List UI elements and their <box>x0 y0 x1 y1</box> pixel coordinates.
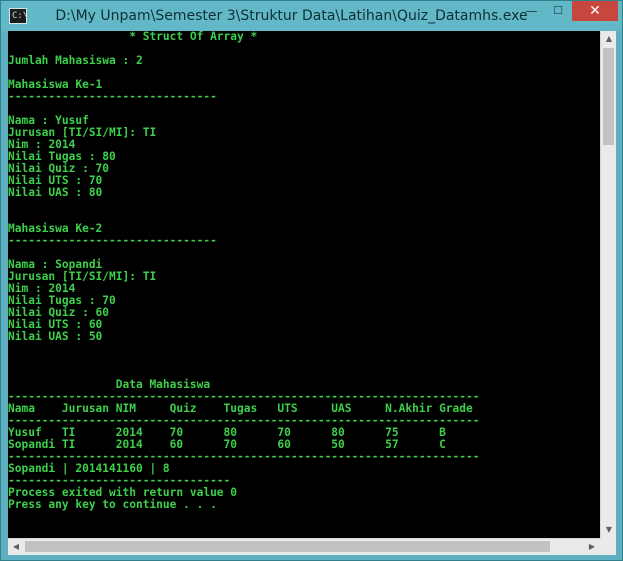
console-line: Jumlah Mahasiswa : 2 <box>8 54 143 67</box>
console-line: Press any key to continue . . . <box>8 498 217 511</box>
minimize-button[interactable]: — <box>518 1 545 21</box>
console-text: * Struct Of Array * Jumlah Mahasiswa : 2M… <box>8 31 600 511</box>
console-window: C:\ D:\My Unpam\Semester 3\Struktur Data… <box>0 0 623 561</box>
console-line: Nilai UAS : 80 <box>8 186 103 199</box>
scrollbar-corner <box>600 538 616 555</box>
console-line: * Struct Of Array * <box>8 31 258 43</box>
scroll-right-arrow-icon[interactable]: ▶ <box>584 539 600 555</box>
console-line: Jurusan [TI/SI/MI]: TI <box>8 270 157 283</box>
console-output[interactable]: * Struct Of Array * Jumlah Mahasiswa : 2M… <box>8 31 600 538</box>
console-line: Jurusan [TI/SI/MI]: TI <box>8 126 157 139</box>
scroll-up-arrow-icon[interactable]: ▲ <box>601 31 617 47</box>
console-line: ------------------------------- <box>8 90 217 103</box>
title-bar[interactable]: C:\ D:\My Unpam\Semester 3\Struktur Data… <box>1 1 622 31</box>
maximize-button[interactable]: ☐ <box>545 1 571 21</box>
scroll-left-arrow-icon[interactable]: ◀ <box>8 539 24 555</box>
vertical-scrollbar[interactable]: ▲ ▼ <box>600 31 616 538</box>
close-button[interactable]: ✕ <box>572 1 618 21</box>
scroll-down-arrow-icon[interactable]: ▼ <box>601 522 617 538</box>
vertical-scroll-thumb[interactable] <box>603 48 614 145</box>
console-line: Nilai UAS : 50 <box>8 330 103 343</box>
console-line: ------------------------------- <box>8 234 217 247</box>
horizontal-scrollbar[interactable]: ◀ ▶ <box>8 538 600 555</box>
horizontal-scroll-thumb[interactable] <box>25 541 550 552</box>
